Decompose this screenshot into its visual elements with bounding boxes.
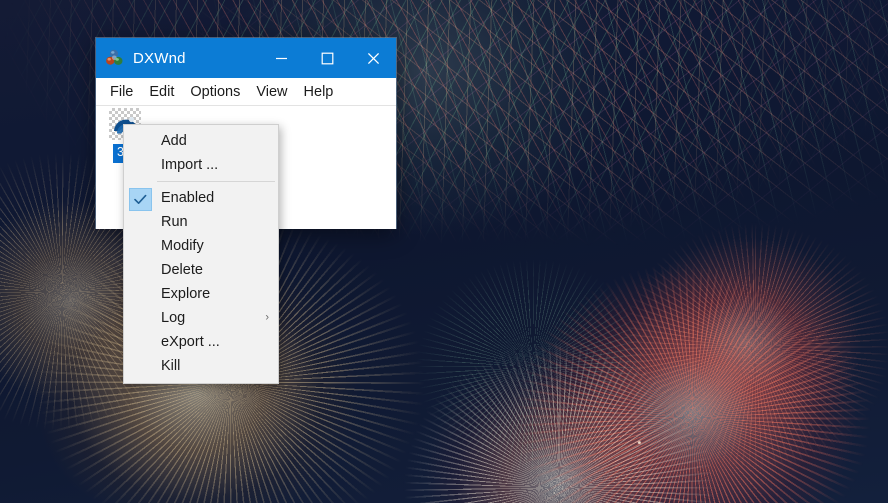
context-menu: Add Import ... Enabled Run Modify Delete… — [123, 124, 279, 384]
context-menu-item-enabled[interactable]: Enabled — [124, 186, 278, 211]
menu-options[interactable]: Options — [182, 81, 248, 103]
menu-file[interactable]: File — [102, 81, 141, 103]
context-menu-item-label: Kill — [161, 358, 181, 374]
context-menu-item-label: Explore — [161, 286, 211, 302]
context-menu-item-delete[interactable]: Delete — [124, 258, 278, 282]
minimize-icon — [275, 57, 287, 59]
menu-view[interactable]: View — [248, 81, 295, 103]
window-title: DXWnd — [133, 49, 186, 67]
context-menu-item-kill[interactable]: Kill — [124, 354, 278, 378]
context-menu-item-add[interactable]: Add — [124, 129, 278, 153]
context-menu-item-log[interactable]: Log › — [124, 306, 278, 330]
window-titlebar[interactable]: DXWnd — [96, 38, 396, 78]
context-menu-item-export[interactable]: eXport ... — [124, 330, 278, 354]
context-menu-item-run[interactable]: Run — [124, 210, 278, 234]
context-menu-item-label: eXport ... — [161, 334, 220, 350]
chevron-right-icon: › — [265, 311, 269, 324]
context-menu-item-label: Log — [161, 310, 186, 326]
context-menu-item-label: Run — [161, 214, 188, 230]
dxwnd-spheres-icon — [105, 48, 125, 68]
minimize-button[interactable] — [258, 38, 304, 78]
context-menu-separator — [157, 181, 275, 182]
maximize-button[interactable] — [304, 38, 350, 78]
menu-bar: File Edit Options View Help — [96, 78, 396, 106]
close-button[interactable] — [350, 38, 396, 78]
context-menu-item-import[interactable]: Import ... — [124, 153, 278, 177]
context-menu-item-label: Import ... — [161, 157, 219, 173]
menu-help[interactable]: Help — [296, 81, 342, 103]
window-controls — [258, 38, 396, 78]
context-menu-item-label: Delete — [161, 262, 203, 278]
context-menu-item-label: Add — [161, 133, 187, 149]
context-menu-item-label: Modify — [161, 238, 204, 254]
context-menu-item-label: Enabled — [161, 190, 215, 206]
close-icon — [367, 52, 379, 64]
menu-edit[interactable]: Edit — [141, 81, 182, 103]
maximize-icon — [321, 52, 333, 64]
desktop-screen: DXWnd File Edit Options View Help Add Im… — [0, 0, 888, 503]
context-menu-item-explore[interactable]: Explore — [124, 282, 278, 306]
checkmark-icon — [129, 188, 152, 211]
context-menu-item-modify[interactable]: Modify — [124, 234, 278, 258]
